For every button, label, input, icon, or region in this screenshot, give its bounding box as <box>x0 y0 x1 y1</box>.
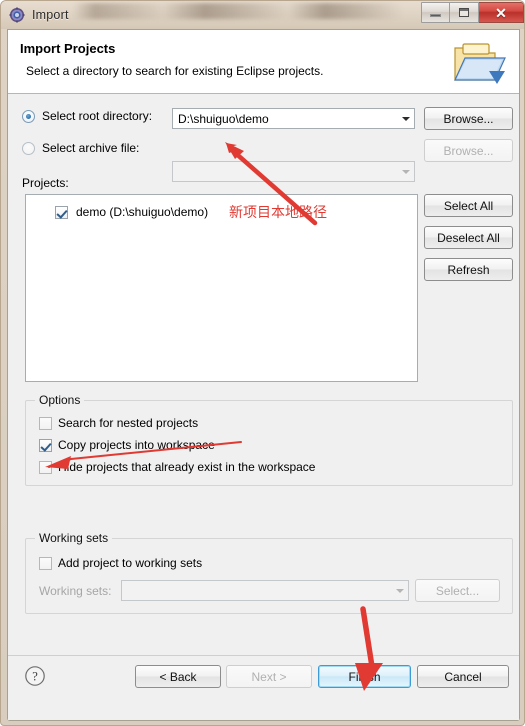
working-sets-field-label: Working sets: <box>39 584 112 598</box>
radio-indicator-root-directory[interactable] <box>22 109 35 123</box>
minimize-button[interactable] <box>421 2 450 23</box>
checkbox-indicator-add-working-sets[interactable] <box>39 556 52 570</box>
dialog-client-area: Import Projects Select a directory to se… <box>7 29 520 721</box>
browse-archive-file-button: Browse... <box>424 139 513 162</box>
browse-root-directory-button[interactable]: Browse... <box>424 107 513 130</box>
background-blur <box>73 3 413 19</box>
dialog-body: Select root directory: D:\shuiguo\demo B… <box>8 94 519 655</box>
window-controls: ✕ <box>421 2 524 23</box>
working-sets-group-title: Working sets <box>35 531 113 545</box>
checkbox-label-copy-projects: Copy projects into workspace <box>58 438 215 452</box>
next-button: Next > <box>226 665 312 688</box>
window-title: Import <box>32 8 69 22</box>
checkbox-label-add-working-sets: Add project to working sets <box>58 556 203 570</box>
eclipse-import-icon <box>9 7 25 23</box>
chevron-down-icon-archive <box>397 162 414 181</box>
wizard-banner: Import Projects Select a directory to se… <box>8 30 519 94</box>
select-working-sets-button: Select... <box>415 579 500 602</box>
archive-file-combo <box>172 161 415 182</box>
checkbox-indicator-search-nested[interactable] <box>39 416 52 430</box>
dialog-footer: ? < Back Next > Finish Cancel <box>8 655 519 720</box>
deselect-all-button[interactable]: Deselect All <box>424 226 513 249</box>
checkbox-search-nested-projects[interactable]: Search for nested projects <box>39 416 198 430</box>
checkbox-indicator-copy-projects[interactable] <box>39 438 52 452</box>
page-description: Select a directory to search for existin… <box>26 64 324 78</box>
working-sets-group: Working sets Add project to working sets… <box>25 531 513 614</box>
options-group: Options Search for nested projects Copy … <box>25 393 513 486</box>
projects-label: Projects: <box>22 176 69 190</box>
maximize-button[interactable] <box>450 2 479 23</box>
select-archive-file-label: Select archive file: <box>42 141 140 155</box>
title-bar[interactable]: Import ✕ <box>1 1 524 29</box>
select-all-button[interactable]: Select All <box>424 194 513 217</box>
back-button[interactable]: < Back <box>135 665 221 688</box>
root-directory-combo[interactable]: D:\shuiguo\demo <box>172 108 415 129</box>
checkbox-copy-projects-into-workspace[interactable]: Copy projects into workspace <box>39 438 215 452</box>
root-directory-value[interactable]: D:\shuiguo\demo <box>173 112 397 126</box>
close-icon: ✕ <box>495 4 507 21</box>
page-title: Import Projects <box>20 41 116 56</box>
close-button[interactable]: ✕ <box>479 2 524 23</box>
svg-text:?: ? <box>32 670 38 684</box>
checkbox-indicator-hide-existing[interactable] <box>39 460 52 474</box>
maximize-icon <box>459 8 469 17</box>
project-name: demo (D:\shuiguo\demo) <box>76 205 209 219</box>
checkbox-add-project-to-working-sets[interactable]: Add project to working sets <box>39 556 202 570</box>
working-sets-combo <box>121 580 409 601</box>
projects-list[interactable]: demo (D:\shuiguo\demo) <box>25 194 418 382</box>
minimize-icon <box>430 14 441 17</box>
project-checkbox[interactable] <box>55 205 68 219</box>
select-archive-file-radio[interactable]: Select archive file: <box>22 141 139 155</box>
checkbox-label-search-nested: Search for nested projects <box>58 416 199 430</box>
select-root-directory-radio[interactable]: Select root directory: <box>22 109 152 123</box>
cancel-button[interactable]: Cancel <box>417 665 509 688</box>
chevron-down-icon[interactable] <box>397 109 414 128</box>
open-folder-icon <box>454 43 506 84</box>
options-group-title: Options <box>35 393 85 407</box>
checkbox-hide-existing-projects[interactable]: Hide projects that already exist in the … <box>39 460 315 474</box>
list-item[interactable]: demo (D:\shuiguo\demo) <box>26 203 417 221</box>
import-dialog-window: Import ✕ Import Projects Select a direct… <box>0 0 525 726</box>
checkbox-label-hide-existing: Hide projects that already exist in the … <box>58 460 316 474</box>
refresh-button[interactable]: Refresh <box>424 258 513 281</box>
help-question-icon[interactable]: ? <box>24 665 46 687</box>
radio-indicator-archive-file[interactable] <box>22 141 35 155</box>
select-root-directory-label: Select root directory: <box>42 109 153 123</box>
chevron-down-icon-working-sets <box>391 581 408 600</box>
finish-button[interactable]: Finish <box>318 665 411 688</box>
